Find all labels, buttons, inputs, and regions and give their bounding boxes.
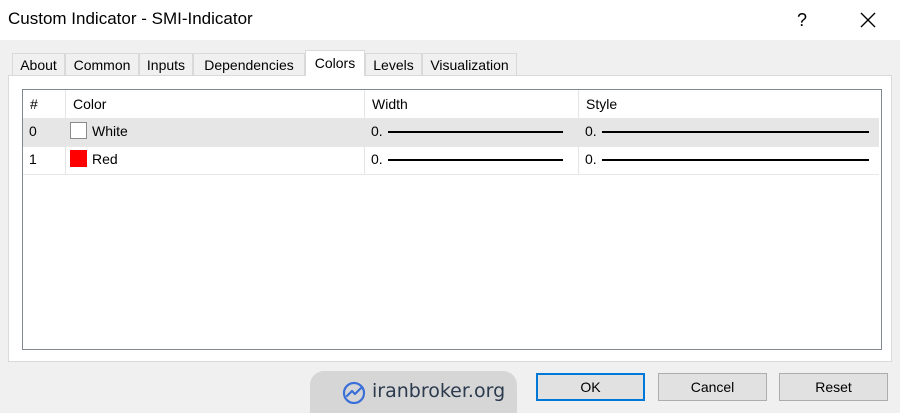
title-bar: Custom Indicator - SMI-Indicator ? xyxy=(0,0,900,40)
table-row[interactable]: 1 Red 0. 0. xyxy=(23,146,879,175)
header-color[interactable]: Color xyxy=(66,90,365,118)
row-index: 1 xyxy=(29,151,37,167)
row-index-cell: 1 xyxy=(23,146,66,174)
close-button[interactable] xyxy=(846,0,890,40)
table-row[interactable]: 0 White 0. 0. xyxy=(23,118,879,147)
tab-visualization[interactable]: Visualization xyxy=(422,53,517,75)
width-cell[interactable]: 0. xyxy=(365,118,579,146)
style-line-sample xyxy=(602,131,869,133)
header-style[interactable]: Style xyxy=(579,90,879,118)
watermark: iranbroker.org xyxy=(310,371,517,413)
width-value: 0. xyxy=(371,151,383,167)
watermark-text: iranbroker.org xyxy=(372,380,506,402)
tab-colors[interactable]: Colors xyxy=(305,50,365,76)
color-name: Red xyxy=(92,151,118,167)
ok-button[interactable]: OK xyxy=(536,373,645,401)
style-value: 0. xyxy=(585,151,597,167)
header-index[interactable]: # xyxy=(23,90,66,118)
header-width[interactable]: Width xyxy=(365,90,579,118)
tab-inputs[interactable]: Inputs xyxy=(139,53,193,75)
color-swatch[interactable] xyxy=(70,122,87,139)
style-cell[interactable]: 0. xyxy=(579,146,879,174)
color-cell[interactable]: Red xyxy=(66,146,365,174)
color-cell[interactable]: White xyxy=(66,118,365,146)
tab-dependencies[interactable]: Dependencies xyxy=(193,53,305,75)
reset-button[interactable]: Reset xyxy=(779,373,888,401)
width-value: 0. xyxy=(371,123,383,139)
style-line-sample xyxy=(602,159,869,161)
tab-levels[interactable]: Levels xyxy=(365,53,422,75)
style-cell[interactable]: 0. xyxy=(579,118,879,146)
width-line-sample xyxy=(388,131,563,133)
tab-common[interactable]: Common xyxy=(65,53,139,75)
tab-about[interactable]: About xyxy=(12,53,65,75)
width-cell[interactable]: 0. xyxy=(365,146,579,174)
color-name: White xyxy=(92,123,128,139)
close-icon xyxy=(860,12,876,28)
colors-table: # Color Width Style 0 White 0. 0. 1 Red … xyxy=(22,89,882,350)
table-header: # Color Width Style xyxy=(23,90,879,119)
help-button[interactable]: ? xyxy=(782,0,822,40)
window-title: Custom Indicator - SMI-Indicator xyxy=(8,9,253,28)
color-swatch[interactable] xyxy=(70,150,87,167)
row-index: 0 xyxy=(29,123,37,139)
row-index-cell: 0 xyxy=(23,118,66,146)
broker-logo-icon xyxy=(342,381,366,405)
width-line-sample xyxy=(388,159,563,161)
cancel-button[interactable]: Cancel xyxy=(658,373,767,401)
style-value: 0. xyxy=(585,123,597,139)
colors-panel: # Color Width Style 0 White 0. 0. 1 Red … xyxy=(8,75,892,362)
